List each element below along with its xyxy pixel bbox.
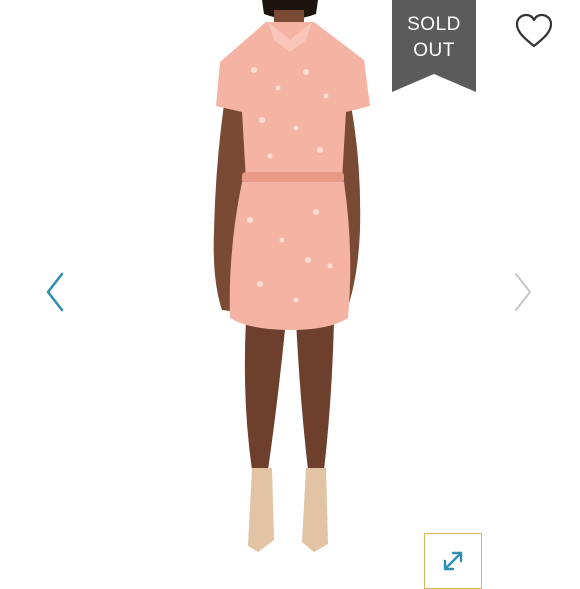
sold-out-line2: OUT xyxy=(413,40,455,61)
chevron-left-icon xyxy=(46,272,64,312)
previous-image-button[interactable] xyxy=(40,270,70,314)
sold-out-line1: SOLD xyxy=(407,14,461,35)
next-image-button[interactable] xyxy=(508,270,538,314)
product-photo xyxy=(213,0,370,552)
favorite-button[interactable] xyxy=(514,12,554,50)
expand-image-button[interactable] xyxy=(424,533,482,589)
chevron-right-icon xyxy=(515,273,531,311)
expand-diagonal-icon xyxy=(443,551,463,571)
product-image-carousel: SOLD OUT xyxy=(0,0,580,589)
sold-out-badge: SOLD OUT xyxy=(392,0,476,92)
heart-outline-icon xyxy=(515,13,553,48)
